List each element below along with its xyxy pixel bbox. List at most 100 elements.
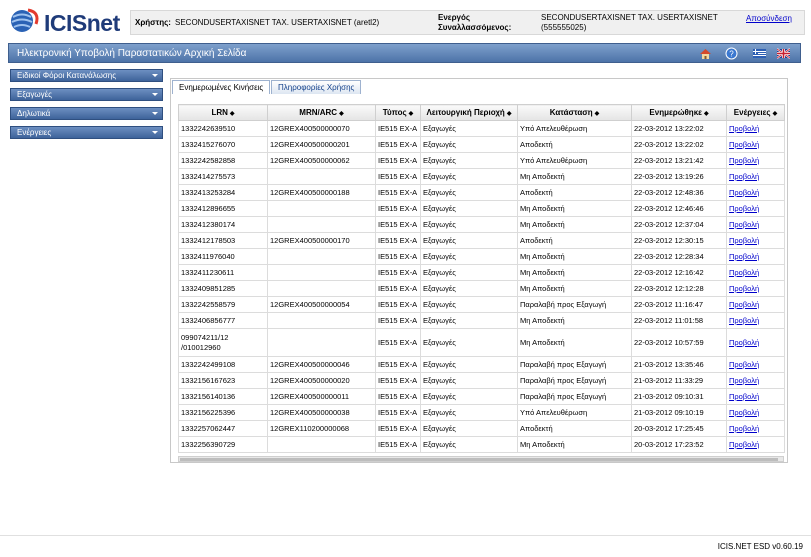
cell-lrn: 1332412380174 bbox=[178, 216, 268, 233]
nav-item-excise[interactable]: Ειδικοί Φόροι Κατανάλωσης bbox=[10, 69, 163, 82]
tab-updated-movements[interactable]: Ενημερωμένες Κινήσεις bbox=[172, 80, 271, 94]
flag-uk-icon[interactable] bbox=[777, 47, 790, 60]
view-link[interactable]: Προβολή bbox=[729, 172, 759, 181]
flag-greek-icon[interactable] bbox=[753, 47, 766, 60]
cell-action: Προβολή bbox=[726, 248, 785, 265]
cell-updated: 22-03-2012 12:28:34 bbox=[631, 248, 727, 265]
tab-usage-info[interactable]: Πληροφορίες Χρήσης bbox=[271, 80, 362, 94]
cell-action: Προβολή bbox=[726, 312, 785, 329]
cell-updated: 22-03-2012 10:57:59 bbox=[631, 328, 727, 357]
cell-action: Προβολή bbox=[726, 168, 785, 185]
view-link[interactable]: Προβολή bbox=[729, 392, 759, 401]
cell-type: IE515 EX-A bbox=[375, 388, 421, 405]
column-header-actions[interactable]: Ενέργειες ◆ bbox=[726, 104, 785, 121]
cell-area: Εξαγωγές bbox=[420, 420, 518, 437]
partner-value-2: (555555025) bbox=[541, 23, 587, 32]
cell-status: Μη Αποδεκτή bbox=[517, 328, 632, 357]
logout-link[interactable]: Αποσύνδεση bbox=[746, 14, 792, 23]
cell-lrn: 1332414275573 bbox=[178, 168, 268, 185]
partner-label-2: Συναλλασσόμενος: bbox=[438, 23, 512, 32]
view-link[interactable]: Προβολή bbox=[729, 338, 759, 347]
cell-area: Εξαγωγές bbox=[420, 404, 518, 421]
cell-type: IE515 EX-A bbox=[375, 152, 421, 169]
cell-action: Προβολή bbox=[726, 356, 785, 373]
cell-type: IE515 EX-A bbox=[375, 356, 421, 373]
view-link[interactable]: Προβολή bbox=[729, 188, 759, 197]
cell-lrn: 1332242499108 bbox=[178, 356, 268, 373]
view-link[interactable]: Προβολή bbox=[729, 252, 759, 261]
cell-lrn: 1332406856777 bbox=[178, 312, 268, 329]
cell-mrn: 12GREX400500000070 bbox=[267, 120, 376, 137]
table-row: 1332242558579 12GREX400500000054 IE515 EX-… bbox=[178, 296, 785, 313]
nav-item-label: Ενέργειες bbox=[17, 128, 52, 137]
horizontal-scrollbar[interactable] bbox=[178, 456, 784, 462]
view-link[interactable]: Προβολή bbox=[729, 284, 759, 293]
icisnet-logo: ICISnet bbox=[8, 8, 126, 36]
view-link[interactable]: Προβολή bbox=[729, 268, 759, 277]
sort-icon: ◆ bbox=[594, 111, 600, 117]
cell-action: Προβολή bbox=[726, 328, 785, 357]
cell-status: Μη Αποδεκτή bbox=[517, 280, 632, 297]
table-row: 099074211/12 /010012960 IE515 EX-A Εξαγωγέ… bbox=[178, 328, 785, 357]
column-header-area[interactable]: Λειτουργική Περιοχή ◆ bbox=[420, 104, 518, 121]
cell-lrn: 1332411976040 bbox=[178, 248, 268, 265]
cell-mrn: 12GREX400500000020 bbox=[267, 372, 376, 389]
view-link[interactable]: Προβολή bbox=[729, 236, 759, 245]
cell-lrn: 1332242582858 bbox=[178, 152, 268, 169]
cell-updated: 21-03-2012 09:10:19 bbox=[631, 404, 727, 421]
table-row: 1332256390729 IE515 EX-A Εξαγωγές Μη Αποδεκ… bbox=[178, 436, 785, 453]
cell-mrn: 12GREX400500000170 bbox=[267, 232, 376, 249]
cell-type: IE515 EX-A bbox=[375, 264, 421, 281]
header: ICISnet Χρήστης: SECONDUSERTAXISNET TAX.… bbox=[0, 0, 811, 42]
column-header-status[interactable]: Κατάσταση ◆ bbox=[517, 104, 632, 121]
user-value: SECONDUSERTAXISNET TAX. USERTAXISNET (ar… bbox=[175, 18, 380, 27]
view-link[interactable]: Προβολή bbox=[729, 300, 759, 309]
view-link[interactable]: Προβολή bbox=[729, 204, 759, 213]
view-link[interactable]: Προβολή bbox=[729, 220, 759, 229]
view-link[interactable]: Προβολή bbox=[729, 360, 759, 369]
nav-item-label: Δηλωτικά bbox=[17, 109, 51, 118]
cell-action: Προβολή bbox=[726, 388, 785, 405]
cell-area: Εξαγωγές bbox=[420, 232, 518, 249]
view-link[interactable]: Προβολή bbox=[729, 376, 759, 385]
cell-mrn: 12GREX400500000038 bbox=[267, 404, 376, 421]
nav-item-actions[interactable]: Ενέργειες bbox=[10, 126, 163, 139]
help-icon[interactable]: ? bbox=[725, 47, 738, 60]
view-link[interactable]: Προβολή bbox=[729, 156, 759, 165]
view-link[interactable]: Προβολή bbox=[729, 408, 759, 417]
cell-updated: 21-03-2012 11:33:29 bbox=[631, 372, 727, 389]
cell-updated: 22-03-2012 12:46:46 bbox=[631, 200, 727, 217]
column-header-mrn[interactable]: MRN/ARC ◆ bbox=[267, 104, 376, 121]
column-header-type[interactable]: Τύπος ◆ bbox=[375, 104, 421, 121]
cell-mrn: 12GREX110200000068 bbox=[267, 420, 376, 437]
cell-type: IE515 EX-A bbox=[375, 184, 421, 201]
chevron-down-icon bbox=[152, 93, 158, 96]
sort-icon: ◆ bbox=[506, 111, 512, 117]
cell-lrn: 1332412178503 bbox=[178, 232, 268, 249]
column-header-updated[interactable]: Ενημερώθηκε ◆ bbox=[631, 104, 727, 121]
cell-updated: 22-03-2012 12:12:28 bbox=[631, 280, 727, 297]
cell-mrn bbox=[267, 168, 376, 185]
cell-action: Προβολή bbox=[726, 436, 785, 453]
nav-item-manifests[interactable]: Δηλωτικά bbox=[10, 107, 163, 120]
cell-lrn: 1332242558579 bbox=[178, 296, 268, 313]
chevron-down-icon bbox=[152, 74, 158, 77]
view-link[interactable]: Προβολή bbox=[729, 424, 759, 433]
column-header-lrn[interactable]: LRN ◆ bbox=[178, 104, 268, 121]
scrollbar-thumb[interactable] bbox=[180, 458, 778, 461]
view-link[interactable]: Προβολή bbox=[729, 316, 759, 325]
cell-mrn bbox=[267, 216, 376, 233]
cell-status: Αποδεκτή bbox=[517, 420, 632, 437]
home-icon[interactable] bbox=[699, 47, 712, 60]
view-link[interactable]: Προβολή bbox=[729, 124, 759, 133]
table-row: 1332406856777 IE515 EX-A Εξαγωγές Μη Αποδεκ… bbox=[178, 312, 785, 329]
cell-status: Μη Αποδεκτή bbox=[517, 200, 632, 217]
footer: ICIS.NET ESD v0.60.19 bbox=[0, 535, 811, 557]
view-link[interactable]: Προβολή bbox=[729, 440, 759, 449]
cell-status: Παραλαβή προς Εξαγωγή bbox=[517, 296, 632, 313]
cell-status: Υπό Απελευθέρωση bbox=[517, 120, 632, 137]
view-link[interactable]: Προβολή bbox=[729, 140, 759, 149]
cell-updated: 22-03-2012 12:16:42 bbox=[631, 264, 727, 281]
cell-mrn: 12GREX400500000062 bbox=[267, 152, 376, 169]
nav-item-exports[interactable]: Εξαγωγές bbox=[10, 88, 163, 101]
